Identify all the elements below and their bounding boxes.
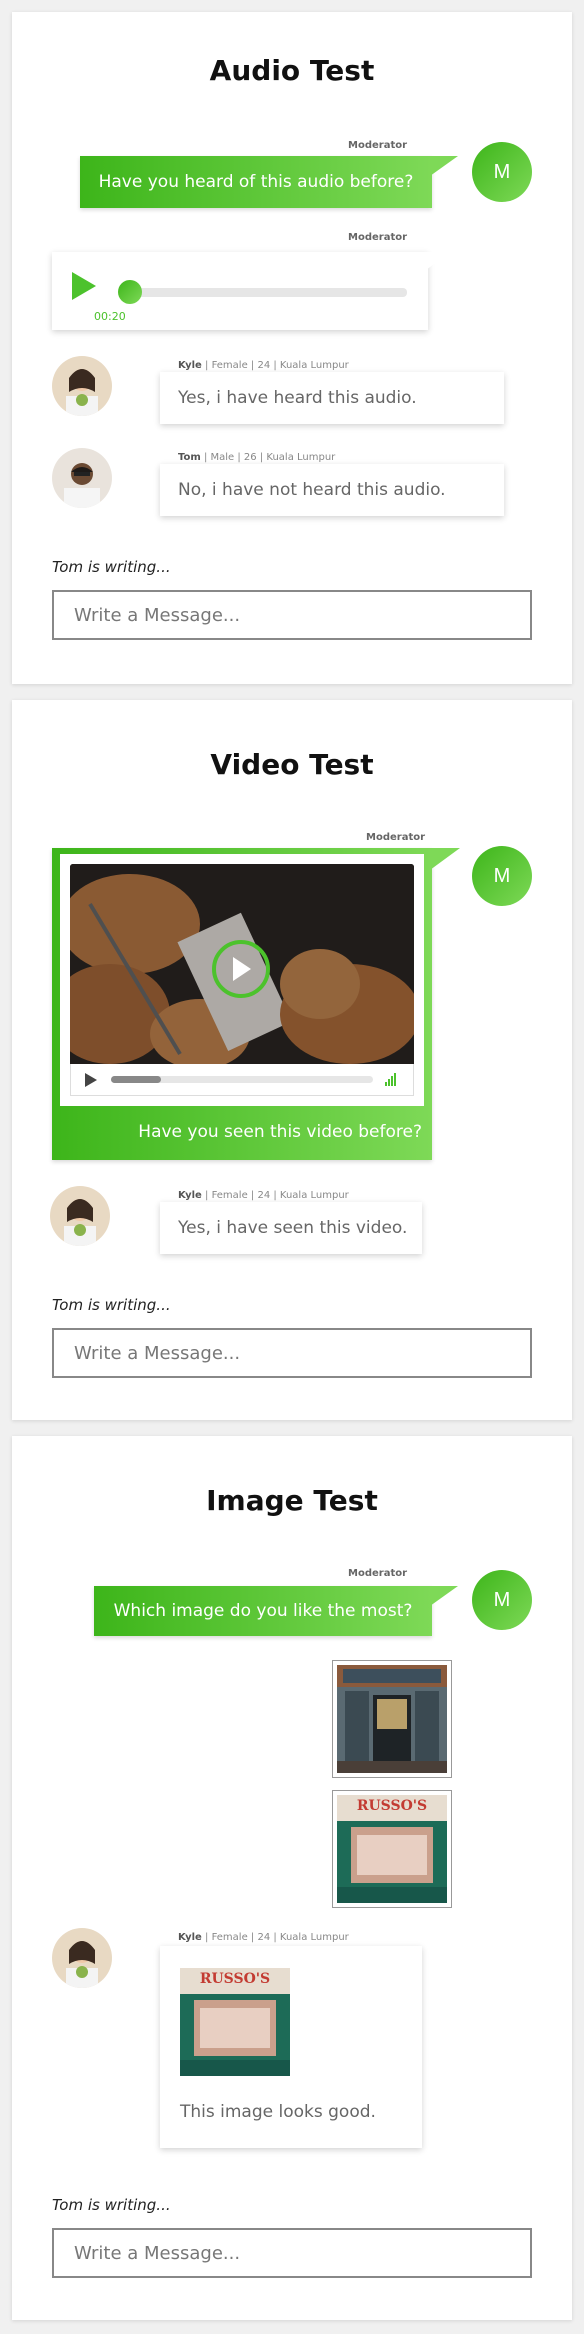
sender-name: Kyle <box>178 1190 202 1201</box>
reply-text: Yes, i have heard this audio. <box>178 388 417 408</box>
bubble-tail <box>430 1586 458 1606</box>
moderator-avatar-letter: M <box>493 1588 511 1611</box>
bubble-tail <box>138 372 162 390</box>
play-icon[interactable] <box>85 1073 97 1087</box>
play-icon <box>233 957 251 981</box>
image-sign-text: RUSSO'S <box>356 1798 428 1814</box>
reply-bubble-kyle: RUSSO'S This image looks good. <box>160 1946 422 2148</box>
sender-info-kyle: Kyle | Female | 24 | Kuala Lumpur <box>178 360 349 371</box>
avatar-kyle <box>52 1928 112 1988</box>
video-thumbnail[interactable] <box>70 864 414 1064</box>
sender-details: | Male | 26 | Kuala Lumpur <box>200 452 336 463</box>
play-icon[interactable] <box>72 272 96 300</box>
video-test-card: Video Test Moderator M Have you seen thi… <box>12 700 572 1420</box>
moderator-avatar-letter: M <box>493 864 511 887</box>
sender-name: Kyle <box>178 360 202 371</box>
reply-text: No, i have not heard this audio. <box>178 480 446 500</box>
audio-test-card: Audio Test Moderator Have you heard of t… <box>12 12 572 684</box>
reply-text: Yes, i have seen this video. <box>178 1218 408 1238</box>
moderator-question-text: Have you heard of this audio before? <box>98 172 414 192</box>
video-bubble: Have you seen this video before? <box>52 848 432 1160</box>
reply-bubble-kyle: Yes, i have heard this audio. <box>160 372 504 424</box>
video-player <box>60 854 424 1106</box>
bubble-tail <box>426 252 450 270</box>
bubble-tail <box>138 464 162 482</box>
moderator-label: Moderator <box>348 1568 408 1579</box>
moderator-question-bubble: Have you heard of this audio before? <box>80 156 432 208</box>
audio-test-title: Audio Test <box>209 54 375 87</box>
moderator-avatar-letter: M <box>493 160 511 183</box>
image-option-1[interactable] <box>332 1660 452 1778</box>
typing-indicator: Tom is writing... <box>52 2196 171 2214</box>
audio-progress-handle[interactable] <box>118 280 142 304</box>
typing-indicator: Tom is writing... <box>52 1296 171 1314</box>
video-test-title: Video Test <box>210 748 374 781</box>
image-test-card: Image Test Moderator Which image do you … <box>12 1436 572 2320</box>
video-progress-fill <box>111 1076 161 1083</box>
moderator-label: Moderator <box>348 140 408 151</box>
moderator-avatar: M <box>472 142 532 202</box>
moderator-label: Moderator <box>366 832 426 843</box>
image-sign-text: RUSSO'S <box>199 1971 271 1987</box>
audio-time: 00:20 <box>94 310 126 323</box>
bubble-tail <box>138 1946 162 1964</box>
moderator-avatar: M <box>472 846 532 906</box>
moderator-avatar: M <box>472 1570 532 1630</box>
sender-name: Tom <box>178 452 201 463</box>
sender-info-kyle: Kyle | Female | 24 | Kuala Lumpur <box>178 1190 349 1201</box>
sender-info-kyle: Kyle | Female | 24 | Kuala Lumpur <box>178 1932 349 1943</box>
sender-details: | Female | 24 | Kuala Lumpur <box>201 360 349 371</box>
reply-bubble-kyle: Yes, i have seen this video. <box>160 1202 422 1254</box>
avatar-kyle <box>50 1186 110 1246</box>
moderator-question-bubble: Which image do you like the most? <box>94 1586 432 1636</box>
volume-icon[interactable] <box>385 1072 399 1086</box>
audio-progress-track[interactable] <box>122 288 407 297</box>
typing-indicator: Tom is writing... <box>52 558 171 576</box>
reply-bubble-tom: No, i have not heard this audio. <box>160 464 504 516</box>
bubble-tail <box>138 1202 162 1220</box>
audio-player-bubble: 00:20 <box>52 252 428 330</box>
bubble-tail <box>430 848 460 870</box>
video-play-button[interactable] <box>212 940 270 998</box>
avatar-kyle <box>52 356 112 416</box>
message-input[interactable] <box>52 590 532 640</box>
moderator-label: Moderator <box>348 232 408 243</box>
sender-details: | Female | 24 | Kuala Lumpur <box>201 1932 349 1943</box>
image-option-2[interactable]: RUSSO'S <box>332 1790 452 1908</box>
video-question-text: Have you seen this video before? <box>138 1122 422 1142</box>
bubble-tail <box>430 156 458 176</box>
avatar-tom <box>52 448 112 508</box>
reply-image[interactable]: RUSSO'S <box>180 1968 290 2076</box>
image-test-title: Image Test <box>206 1484 378 1517</box>
sender-info-tom: Tom | Male | 26 | Kuala Lumpur <box>178 452 335 463</box>
moderator-question-text: Which image do you like the most? <box>113 1601 413 1621</box>
reply-text: This image looks good. <box>180 2102 376 2122</box>
sender-details: | Female | 24 | Kuala Lumpur <box>201 1190 349 1201</box>
message-input[interactable] <box>52 1328 532 1378</box>
message-input[interactable] <box>52 2228 532 2278</box>
video-controls <box>70 1064 414 1096</box>
sender-name: Kyle <box>178 1932 202 1943</box>
